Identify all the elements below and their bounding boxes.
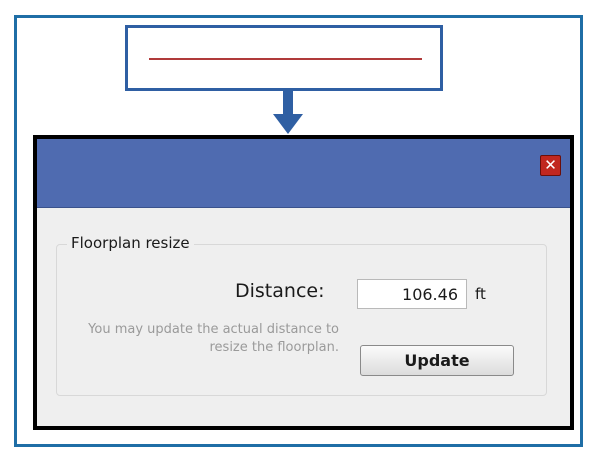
distance-label: Distance: [235, 280, 325, 302]
floorplan-resize-dialog: ✕ Floorplan resize Distance: ft You may … [33, 135, 574, 430]
distance-unit: ft [475, 285, 486, 303]
dialog-titlebar[interactable]: ✕ [37, 139, 570, 208]
floorplan-resize-group: Floorplan resize Distance: ft You may up… [56, 234, 547, 396]
update-button[interactable]: Update [360, 345, 514, 376]
dialog-body: ✕ Floorplan resize Distance: ft You may … [37, 139, 570, 426]
close-icon[interactable]: ✕ [540, 155, 561, 176]
help-text: You may update the actual distance to re… [88, 322, 339, 355]
callout-arrow-shaft [283, 91, 293, 115]
measure-line [149, 58, 422, 60]
group-legend: Floorplan resize [67, 234, 194, 252]
measure-callout [125, 25, 443, 91]
distance-input[interactable] [357, 279, 467, 309]
arrow-down-icon [273, 114, 303, 134]
screenshot-canvas: ✕ Floorplan resize Distance: ft You may … [0, 0, 593, 454]
